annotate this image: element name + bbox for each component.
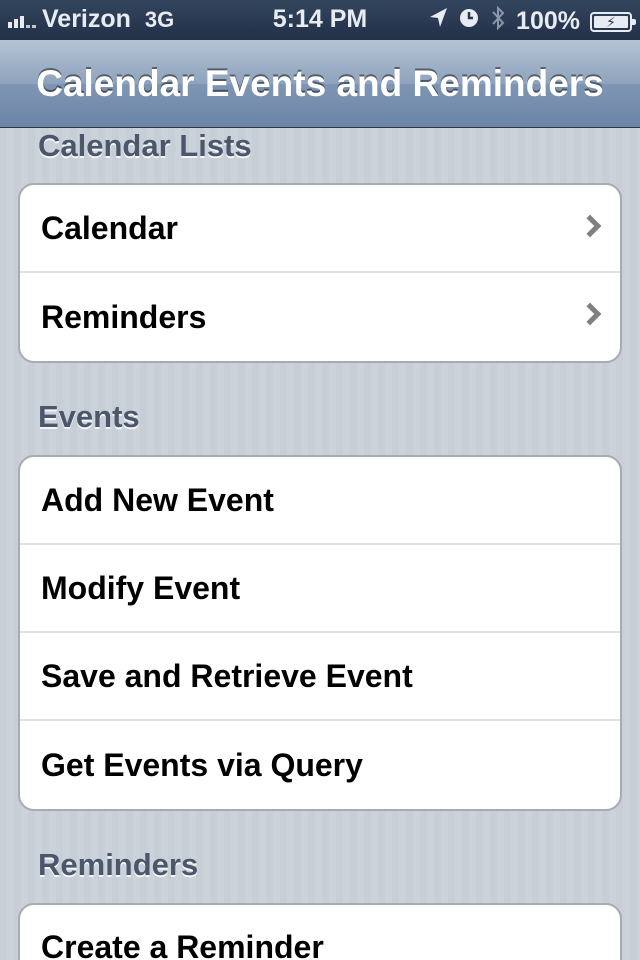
section-header-events: Events [38,399,140,434]
group-reminders: Create a Reminder [18,903,622,960]
battery-charging-icon: ⚡ [590,11,636,32]
navigation-bar: Calendar Events and Reminders [0,40,640,128]
row-get-events-via-query[interactable]: Get Events via Query [20,721,620,809]
group-calendar-lists: Calendar Reminders [18,183,622,363]
section-header-reminders: Reminders [38,847,199,882]
battery-percent: 100% [516,7,580,35]
row-label: Modify Event [41,569,241,606]
row-add-new-event[interactable]: Add New Event [20,457,620,545]
location-arrow-icon [428,7,448,36]
status-bar: Verizon 3G 5:14 PM 100% ⚡ [0,0,640,40]
section-header-calendar-lists: Calendar Lists [38,128,252,163]
row-label: Add New Event [41,481,274,518]
row-label: Calendar [41,209,178,246]
bluetooth-icon [490,5,506,38]
chevron-right-icon [578,214,602,238]
row-reminders[interactable]: Reminders [20,273,620,361]
alarm-clock-icon [458,7,480,36]
row-label: Save and Retrieve Event [41,657,413,694]
group-events: Add New Event Modify Event Save and Retr… [18,455,622,811]
row-label: Get Events via Query [41,746,363,783]
status-right: 100% ⚡ [428,5,636,38]
row-calendar[interactable]: Calendar [20,185,620,273]
row-create-a-reminder[interactable]: Create a Reminder [20,905,620,960]
row-modify-event[interactable]: Modify Event [20,545,620,633]
chevron-right-icon [578,302,602,326]
row-label: Create a Reminder [41,928,324,960]
row-label: Reminders [41,298,207,335]
page-title: Calendar Events and Reminders [36,62,604,104]
row-save-and-retrieve-event[interactable]: Save and Retrieve Event [20,633,620,721]
